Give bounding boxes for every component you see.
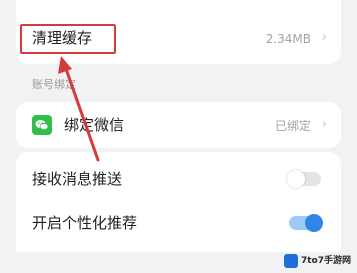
chevron-right-icon: › [321,117,327,132]
push-notifications-label: 接收消息推送 [32,170,123,188]
highlight-box [20,24,116,54]
toggle-knob [305,214,323,232]
watermark-text: 7to7手游网 [300,256,351,266]
watermark-logo: 7to7手游网 [283,253,351,269]
watermark-badge-icon [283,254,298,268]
account-binding-section-label: 账号绑定 [32,78,76,91]
personalized-recommendations-toggle[interactable] [289,214,323,232]
account-binding-card: 绑定微信 已绑定 › [16,102,341,148]
personalized-recommendations-row: 开启个性化推荐 [16,202,341,242]
toggle-knob [287,170,305,188]
push-notifications-toggle[interactable] [287,170,321,188]
push-notifications-row: 接收消息推送 [16,158,341,198]
bind-wechat-label: 绑定微信 [64,116,125,134]
preferences-card: 接收消息推送 开启个性化推荐 [16,152,341,252]
personalized-recommendations-label: 开启个性化推荐 [32,214,138,232]
chevron-right-icon: › [321,30,327,45]
wechat-icon [32,115,52,135]
wechat-bound-status: 已绑定 [274,119,311,133]
cache-size-value: 2.34MB [265,32,311,46]
bind-wechat-row[interactable]: 绑定微信 已绑定 › [16,105,341,145]
